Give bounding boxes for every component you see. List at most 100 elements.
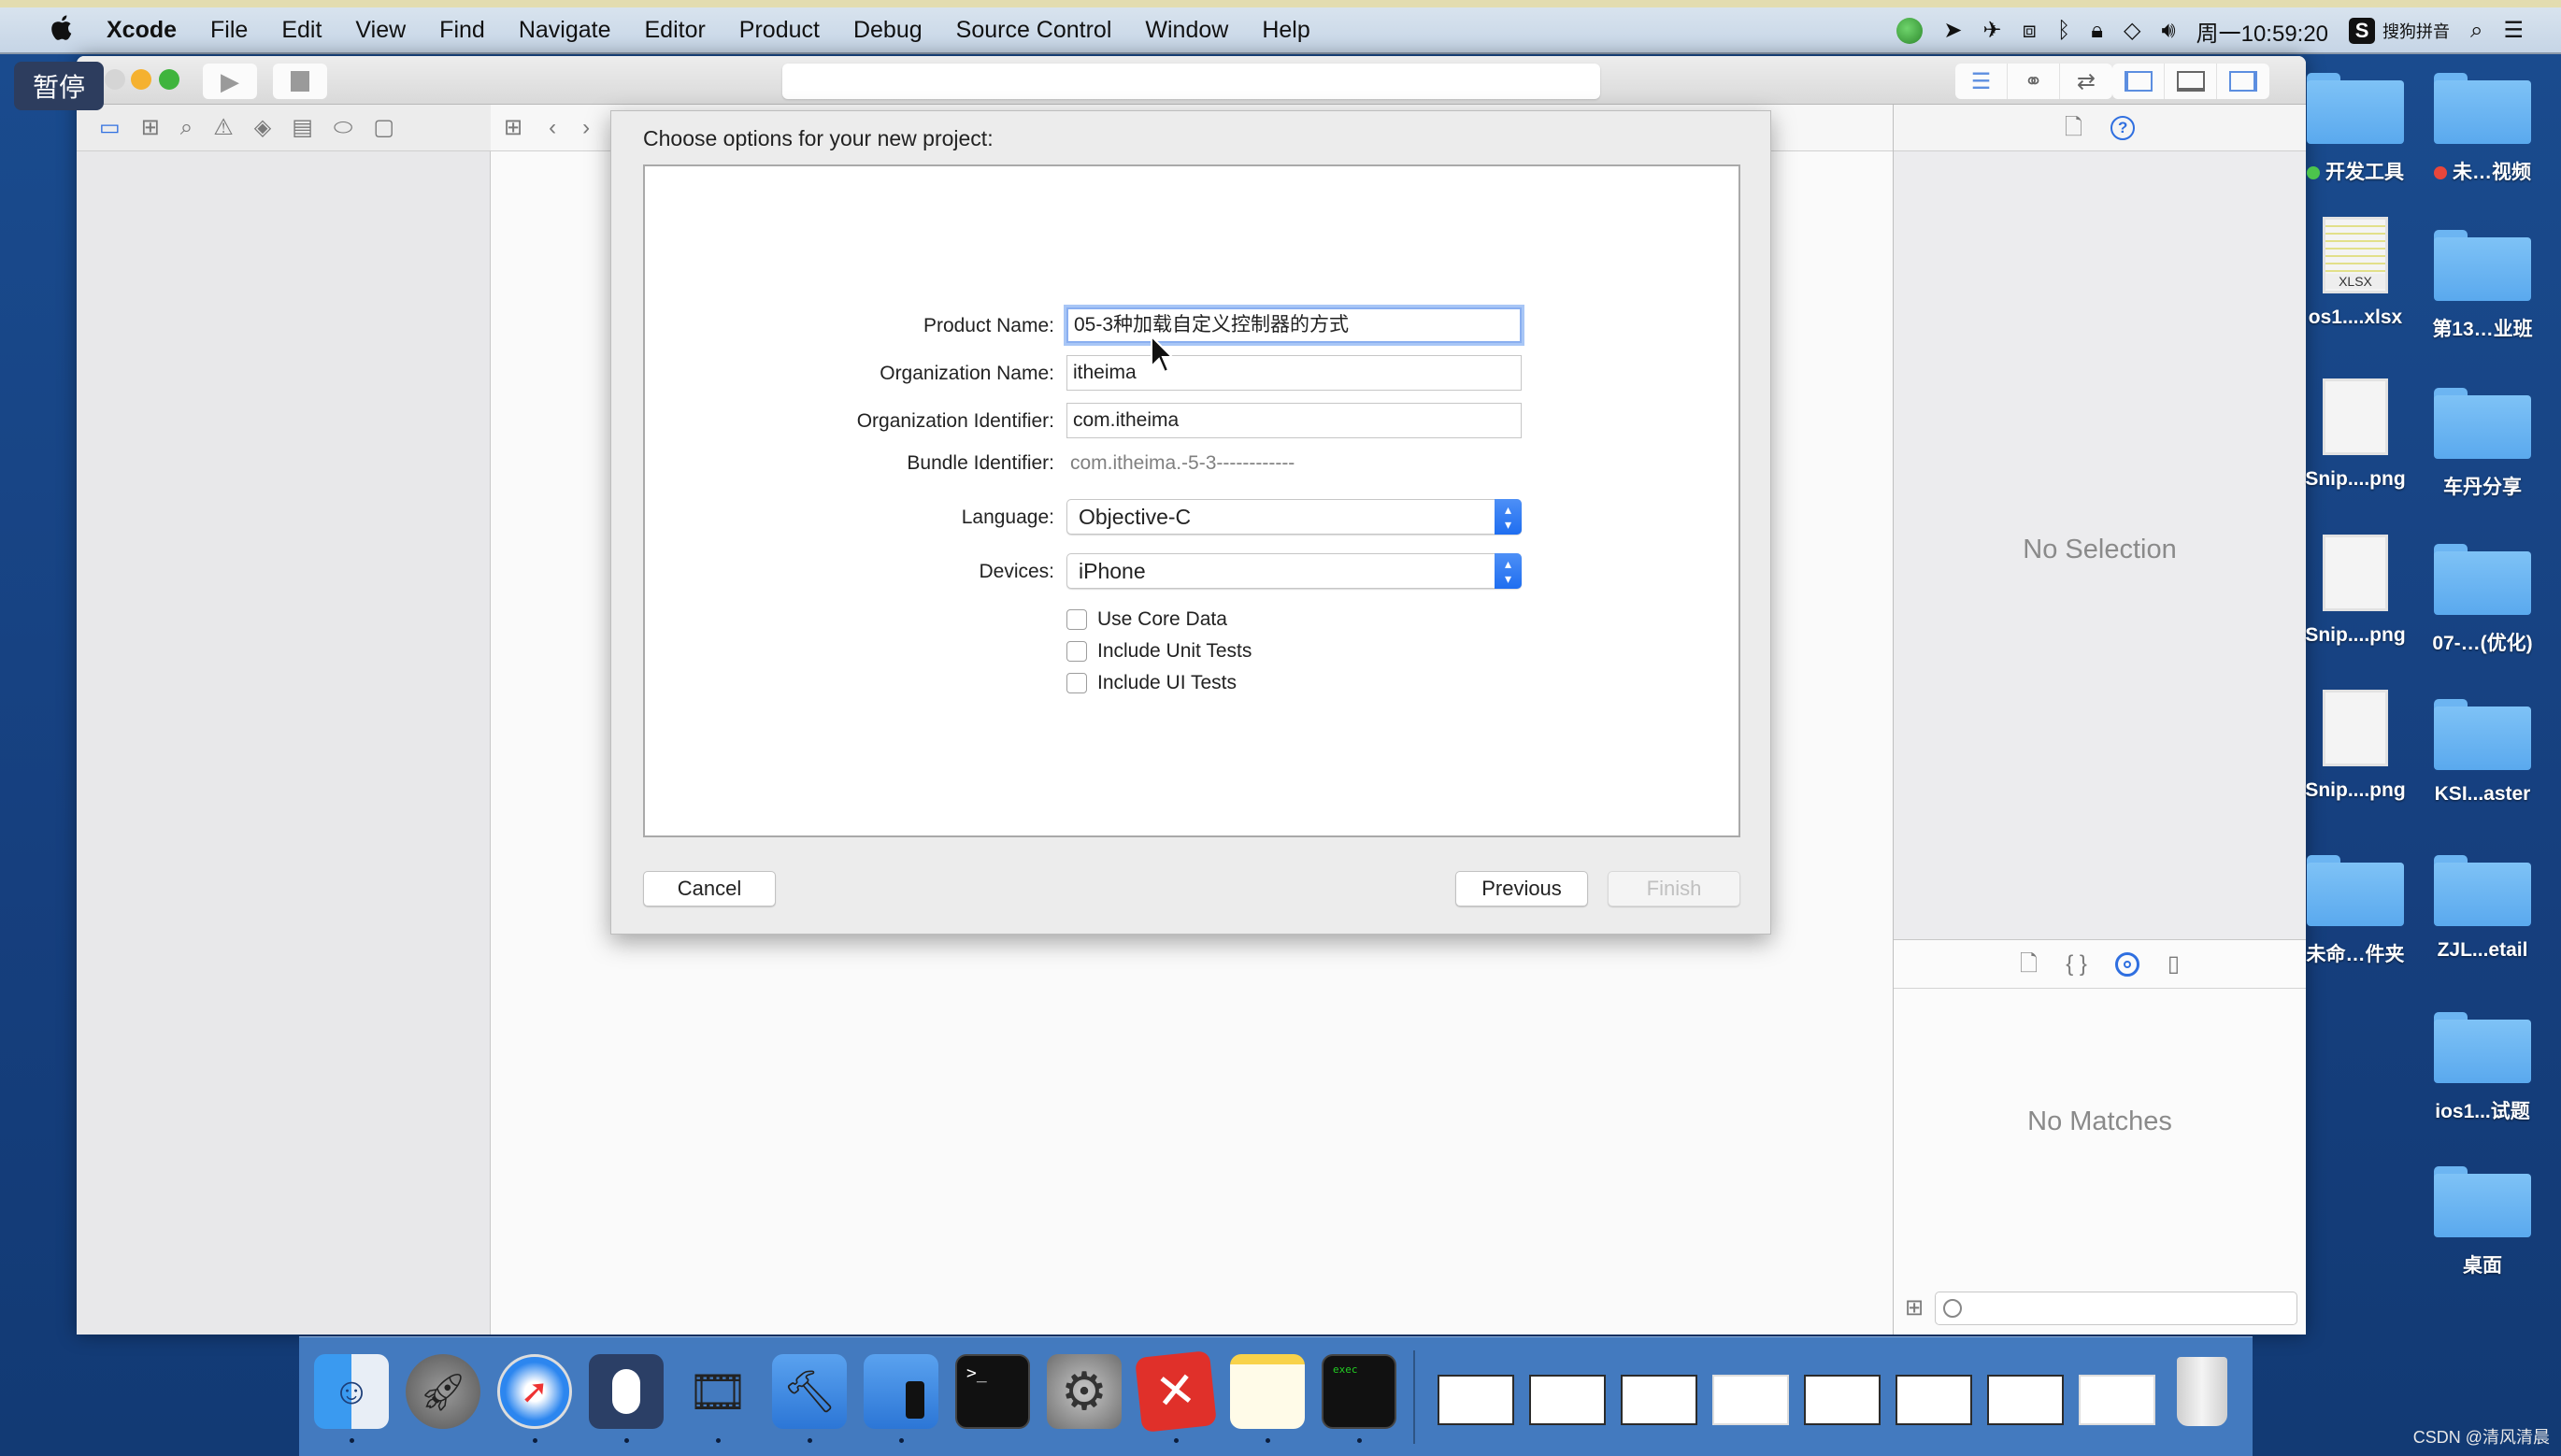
desktop-item[interactable]: Snip....png [2290, 690, 2421, 802]
dock-system-preferences[interactable]: ⚙ [1047, 1354, 1122, 1429]
dock-terminal[interactable]: >_ [955, 1354, 1030, 1429]
dock-mouse-app[interactable] [589, 1354, 664, 1429]
dock-simulator[interactable] [864, 1354, 938, 1429]
code-snippet-braces-icon[interactable]: { } [2066, 952, 2087, 976]
previous-button[interactable]: Previous [1455, 871, 1588, 906]
include-unit-tests-checkbox[interactable]: Include Unit Tests [1066, 635, 1252, 667]
dock-minimized-window[interactable] [1438, 1375, 1514, 1425]
product-name-input[interactable]: 05-3种加载自定义控制器的方式 [1066, 307, 1522, 343]
bluetooth-icon[interactable]: ᛒ [2057, 20, 2070, 42]
wifi-icon[interactable]: ◇ [2124, 20, 2140, 42]
dock-xmind[interactable]: ✕ [1135, 1350, 1217, 1433]
dock-photo-slideshow[interactable]: 🎞︎ [680, 1354, 755, 1429]
back-chevron-icon[interactable]: ‹ [549, 116, 556, 139]
dock-finder[interactable]: ☺ [314, 1354, 389, 1429]
dock-launchpad[interactable]: 🚀︎ [406, 1354, 480, 1429]
minimize-window-button[interactable] [131, 69, 151, 90]
toggle-debug-area-button[interactable] [2165, 64, 2217, 99]
forward-chevron-icon[interactable]: › [582, 116, 590, 139]
desktop-item[interactable]: 第13…业班 [2417, 230, 2548, 342]
spotlight-search-icon[interactable]: ⌕ [2470, 20, 2482, 42]
dock-xcode[interactable]: 🔨︎ [772, 1354, 847, 1429]
desktop-item[interactable]: 车丹分享 [2417, 388, 2548, 500]
breakpoint-icon[interactable]: ⬭ [334, 116, 353, 139]
folder-icon[interactable]: ▭ [99, 116, 121, 139]
dock-safari[interactable]: ➚ [497, 1354, 572, 1429]
menu-product[interactable]: Product [723, 17, 837, 44]
library-filter-input[interactable] [1935, 1292, 2297, 1325]
test-diamond-icon[interactable]: ◈ [254, 116, 271, 139]
menu-window[interactable]: Window [1128, 17, 1245, 44]
dock-notes[interactable] [1230, 1354, 1305, 1429]
pause-badge[interactable]: 暂停 [14, 62, 104, 110]
dock-minimized-window[interactable] [1621, 1375, 1697, 1425]
zoom-window-button[interactable] [159, 69, 179, 90]
menu-editor[interactable]: Editor [627, 17, 722, 44]
menu-debug[interactable]: Debug [837, 17, 939, 44]
desktop-item[interactable]: 桌面 [2417, 1166, 2548, 1278]
dock-minimized-window[interactable] [1712, 1375, 1789, 1425]
report-bubble-icon[interactable]: ▢ [373, 116, 394, 139]
sogou-input-icon[interactable]: S [2349, 18, 2376, 44]
menu-source-control[interactable]: Source Control [939, 17, 1129, 44]
organization-identifier-input[interactable]: com.itheima [1066, 403, 1522, 438]
dock-console[interactable]: exec [1322, 1354, 1396, 1429]
object-library-icon[interactable] [2114, 951, 2139, 977]
run-button[interactable]: ▶ [203, 64, 257, 99]
volume-icon[interactable]: 🔊︎ [2161, 20, 2175, 42]
desktop-item[interactable]: 开发工具 [2290, 73, 2421, 185]
file-template-icon[interactable]: 🗋︎ [2020, 952, 2038, 976]
toggle-utilities-button[interactable] [2217, 64, 2269, 99]
desktop-item[interactable]: XLSX os1....xlsx [2290, 217, 2421, 329]
clock[interactable]: 周一10:59:20 [2196, 15, 2328, 48]
related-items-grid-icon[interactable]: ⊞ [504, 116, 522, 139]
dock-trash[interactable] [2165, 1354, 2239, 1429]
devices-select[interactable]: iPhone ▴ ▾ [1066, 553, 1522, 589]
airplane-icon[interactable]: ✈ [1982, 20, 2001, 42]
cancel-button[interactable]: Cancel [643, 871, 776, 906]
menu-navigate[interactable]: Navigate [502, 17, 628, 44]
screen-record-icon[interactable]: ⧈ [2023, 20, 2037, 42]
menu-file[interactable]: File [193, 17, 265, 44]
finish-button[interactable]: Finish [1608, 871, 1740, 906]
debug-gauge-icon[interactable]: ▤ [292, 116, 313, 139]
stop-button[interactable] [273, 64, 327, 99]
checkbox-box[interactable] [1066, 673, 1087, 693]
include-ui-tests-checkbox[interactable]: Include UI Tests [1066, 667, 1237, 699]
menu-help[interactable]: Help [1245, 17, 1326, 44]
input-method-label[interactable]: 搜狗拼音 [2382, 19, 2450, 43]
use-core-data-checkbox[interactable]: Use Core Data [1066, 604, 1227, 635]
search-icon[interactable]: ⌕ [180, 116, 193, 139]
warning-icon[interactable]: ⚠ [213, 116, 234, 139]
notification-center-icon[interactable]: ☰ [2503, 20, 2524, 42]
checkbox-box[interactable] [1066, 641, 1087, 662]
update-icon[interactable] [1896, 18, 1924, 44]
dock-minimized-window[interactable] [1804, 1375, 1881, 1425]
media-library-icon[interactable]: ▯ [2168, 952, 2180, 976]
menu-edit[interactable]: Edit [265, 17, 338, 44]
dock-minimized-window[interactable] [1987, 1375, 2064, 1425]
dock-minimized-window[interactable] [1529, 1375, 1606, 1425]
location-icon[interactable]: ➤ [1943, 20, 1962, 42]
toggle-navigator-button[interactable] [2112, 64, 2165, 99]
file-inspector-icon[interactable]: 🗋︎ [2065, 116, 2082, 139]
hierarchy-icon[interactable]: ⊞ [141, 116, 160, 139]
dock-minimized-window[interactable] [1896, 1375, 1972, 1425]
desktop-item[interactable]: KSI...aster [2417, 699, 2548, 806]
menu-find[interactable]: Find [422, 17, 502, 44]
desktop-item[interactable]: ZJL...etail [2417, 855, 2548, 962]
lock-icon[interactable]: 🔒︎ [2091, 20, 2103, 42]
menu-app-xcode[interactable]: Xcode [90, 17, 193, 44]
version-editor-button[interactable]: ⇄ [2060, 64, 2112, 99]
quick-help-icon[interactable]: ? [2110, 115, 2136, 140]
menu-view[interactable]: View [338, 17, 422, 44]
grid-view-icon[interactable]: ⊞ [1905, 1297, 1924, 1320]
desktop-item[interactable]: 未…视频 [2417, 73, 2548, 185]
desktop-item[interactable]: Snip....png [2290, 378, 2421, 491]
apple-menu[interactable] [34, 14, 90, 47]
organization-name-input[interactable]: itheima [1066, 355, 1522, 391]
desktop-item[interactable]: Snip....png [2290, 535, 2421, 647]
dock-minimized-window[interactable] [2079, 1375, 2155, 1425]
desktop-item[interactable]: 07-…(优化) [2417, 544, 2548, 656]
desktop-item[interactable]: ios1...试题 [2417, 1012, 2548, 1124]
